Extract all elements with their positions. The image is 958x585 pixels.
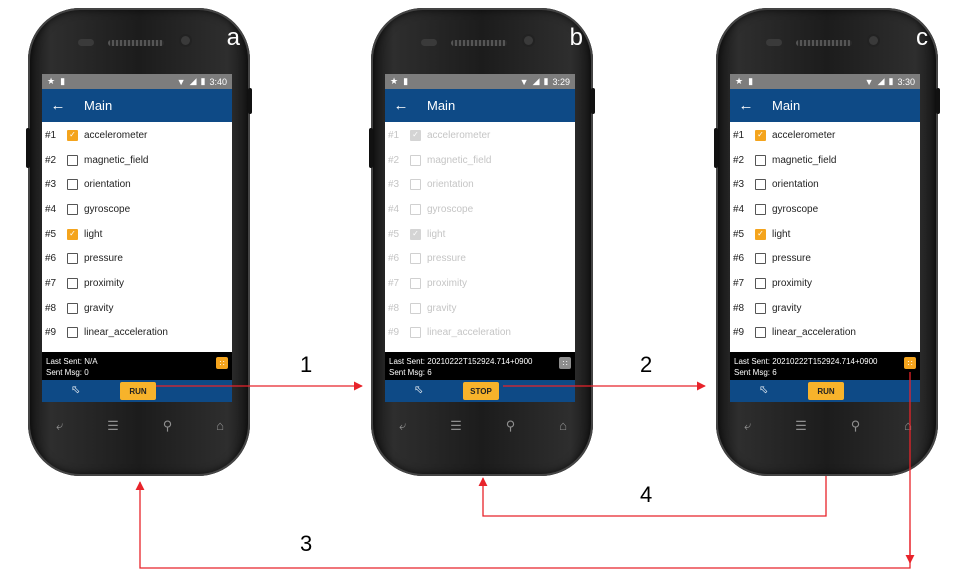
arrow-3 xyxy=(135,372,911,569)
arrow-4 xyxy=(478,476,827,517)
arrow-label-1: 1 xyxy=(300,352,313,377)
flow-arrows xyxy=(135,372,915,569)
arrow-label-3: 3 xyxy=(300,531,313,556)
arrow-label-4: 4 xyxy=(640,482,653,507)
arrow-label-2: 2 xyxy=(640,352,653,377)
